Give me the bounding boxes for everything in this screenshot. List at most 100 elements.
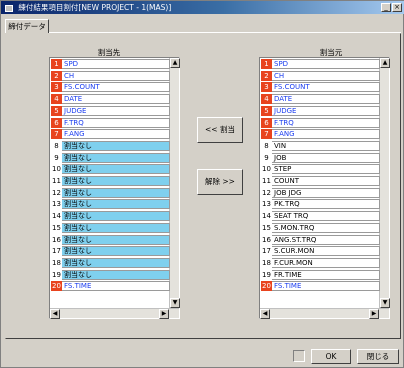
list-item[interactable]: 12 JOB JDG bbox=[261, 187, 380, 198]
assign-source-list[interactable]: ▲ ▼ ◀ ▶ 1 SPD 2 CH 3 FS.COUNT 4 DATE 5 JUDGE 6 F.TR… bbox=[259, 57, 390, 319]
list-item[interactable]: 11 割当なし bbox=[51, 176, 170, 186]
scroll-right-icon[interactable]: ▶ bbox=[369, 309, 379, 319]
list-item[interactable]: 2 CH bbox=[51, 70, 170, 81]
list-item[interactable]: 14 SEAT TRQ bbox=[261, 211, 380, 222]
row-number: 19 bbox=[51, 269, 62, 280]
list-item[interactable]: 16 割当なし bbox=[51, 234, 170, 245]
left-vertical-scrollbar[interactable]: ▲ ▼ bbox=[169, 58, 180, 308]
list-item[interactable]: 10 STEP bbox=[261, 164, 380, 175]
scroll-left-icon[interactable]: ◀ bbox=[260, 309, 270, 319]
scroll-up-icon[interactable]: ▲ bbox=[380, 58, 390, 68]
list-item[interactable]: 18 割当なし bbox=[51, 257, 170, 268]
right-vertical-scrollbar[interactable]: ▲ ▼ bbox=[379, 58, 390, 308]
tab-strip: 締付データ bbox=[5, 17, 401, 34]
row-number: 13 bbox=[51, 199, 62, 210]
list-item[interactable]: 9 JOB bbox=[261, 152, 380, 163]
row-number: 20 bbox=[261, 281, 272, 292]
row-value: 割当なし bbox=[62, 140, 170, 151]
assign-target-list[interactable]: ▲ ▼ ◀ ▶ 1 SPD 2 CH 3 FS.COUNT 4 DATE 5 JUDGE 6 F.TR… bbox=[49, 57, 180, 319]
tab-tightening-data[interactable]: 締付データ bbox=[5, 19, 49, 34]
row-number: 10 bbox=[51, 164, 62, 175]
window-title: 練付結果項目割付[NEW PROJECT - 1(MAS)] bbox=[18, 3, 172, 12]
list-item[interactable]: 17 S.CUR.MON bbox=[261, 246, 380, 257]
scroll-right-icon[interactable]: ▶ bbox=[159, 309, 169, 319]
list-item[interactable]: 6 F.TRQ bbox=[261, 117, 380, 128]
list-item[interactable]: 16 ANG.ST.TRQ bbox=[261, 234, 380, 245]
list-item[interactable]: 20 FS.TIME bbox=[261, 281, 380, 292]
row-value: F.ANG bbox=[272, 129, 380, 140]
list-item[interactable]: 13 PK.TRQ bbox=[261, 199, 380, 210]
close-button[interactable]: 閉じる bbox=[357, 349, 399, 364]
row-value: F.TRQ bbox=[272, 117, 380, 128]
list-item[interactable]: 19 割当なし bbox=[51, 269, 170, 280]
list-item[interactable]: 1 SPD bbox=[51, 59, 170, 69]
list-item[interactable]: 19 FR.TIME bbox=[261, 269, 380, 280]
title-bar[interactable]: 練付結果項目割付[NEW PROJECT - 1(MAS)] _ × bbox=[1, 1, 404, 14]
list-item[interactable]: 20 FS.TIME bbox=[51, 281, 170, 292]
row-value: 割当なし bbox=[62, 176, 170, 186]
list-item[interactable]: 4 DATE bbox=[261, 94, 380, 105]
list-item[interactable]: 18 F.CUR.MON bbox=[261, 257, 380, 268]
release-button[interactable]: 解除 >> bbox=[197, 169, 243, 195]
right-horizontal-scrollbar[interactable]: ◀ ▶ bbox=[260, 308, 389, 319]
row-number: 16 bbox=[261, 234, 272, 245]
row-value: PK.TRQ bbox=[272, 199, 380, 210]
row-value: 割当なし bbox=[62, 234, 170, 245]
list-item[interactable]: 11 COUNT bbox=[261, 176, 380, 186]
row-value: SPD bbox=[62, 59, 170, 69]
row-number: 10 bbox=[261, 164, 272, 175]
row-value: FS.COUNT bbox=[62, 82, 170, 93]
list-item[interactable]: 13 割当なし bbox=[51, 199, 170, 210]
scroll-up-icon[interactable]: ▲ bbox=[170, 58, 180, 68]
list-item[interactable]: 3 FS.COUNT bbox=[261, 82, 380, 93]
list-item[interactable]: 10 割当なし bbox=[51, 164, 170, 175]
row-number: 8 bbox=[261, 140, 272, 151]
row-number: 1 bbox=[51, 59, 62, 69]
list-item[interactable]: 15 S.MON.TRQ bbox=[261, 222, 380, 233]
list-item[interactable]: 9 割当なし bbox=[51, 152, 170, 163]
list-item[interactable]: 1 SPD bbox=[261, 59, 380, 69]
list-item[interactable]: 8 割当なし bbox=[51, 140, 170, 151]
row-value: COUNT bbox=[272, 176, 380, 186]
row-value: S.CUR.MON bbox=[272, 246, 380, 257]
minimize-button[interactable]: _ bbox=[381, 3, 391, 12]
row-number: 16 bbox=[51, 234, 62, 245]
list-item[interactable]: 4 DATE bbox=[51, 94, 170, 105]
list-item[interactable]: 12 割当なし bbox=[51, 187, 170, 198]
assign-button[interactable]: << 割当 bbox=[197, 117, 243, 143]
ok-button[interactable]: OK bbox=[311, 349, 351, 364]
row-value: SPD bbox=[272, 59, 380, 69]
row-number: 11 bbox=[261, 176, 272, 186]
row-value: VIN bbox=[272, 140, 380, 151]
row-number: 6 bbox=[51, 117, 62, 128]
row-value: FS.TIME bbox=[272, 281, 380, 292]
row-number: 11 bbox=[51, 176, 62, 186]
list-item[interactable]: 3 FS.COUNT bbox=[51, 82, 170, 93]
row-value: 割当なし bbox=[62, 187, 170, 198]
list-item[interactable]: 6 F.TRQ bbox=[51, 117, 170, 128]
list-item[interactable]: 15 割当なし bbox=[51, 222, 170, 233]
option-checkbox[interactable] bbox=[293, 350, 305, 362]
row-number: 15 bbox=[51, 222, 62, 233]
list-item[interactable]: 7 F.ANG bbox=[51, 129, 170, 140]
scroll-down-icon[interactable]: ▼ bbox=[380, 298, 390, 308]
list-item[interactable]: 5 JUDGE bbox=[261, 105, 380, 116]
row-number: 7 bbox=[51, 129, 62, 140]
list-item[interactable]: 5 JUDGE bbox=[51, 105, 170, 116]
row-value: CH bbox=[62, 70, 170, 81]
scroll-down-icon[interactable]: ▼ bbox=[170, 298, 180, 308]
row-number: 3 bbox=[51, 82, 62, 93]
list-item[interactable]: 8 VIN bbox=[261, 140, 380, 151]
left-horizontal-scrollbar[interactable]: ◀ ▶ bbox=[50, 308, 179, 319]
list-item[interactable]: 2 CH bbox=[261, 70, 380, 81]
list-item[interactable]: 7 F.ANG bbox=[261, 129, 380, 140]
row-value: JUDGE bbox=[272, 105, 380, 116]
list-item[interactable]: 17 割当なし bbox=[51, 246, 170, 257]
row-value: FS.COUNT bbox=[272, 82, 380, 93]
close-window-button[interactable]: × bbox=[392, 3, 402, 12]
row-number: 3 bbox=[261, 82, 272, 93]
list-item[interactable]: 14 割当なし bbox=[51, 211, 170, 222]
row-number: 15 bbox=[261, 222, 272, 233]
scroll-left-icon[interactable]: ◀ bbox=[50, 309, 60, 319]
window-controls: _ × bbox=[381, 3, 402, 12]
